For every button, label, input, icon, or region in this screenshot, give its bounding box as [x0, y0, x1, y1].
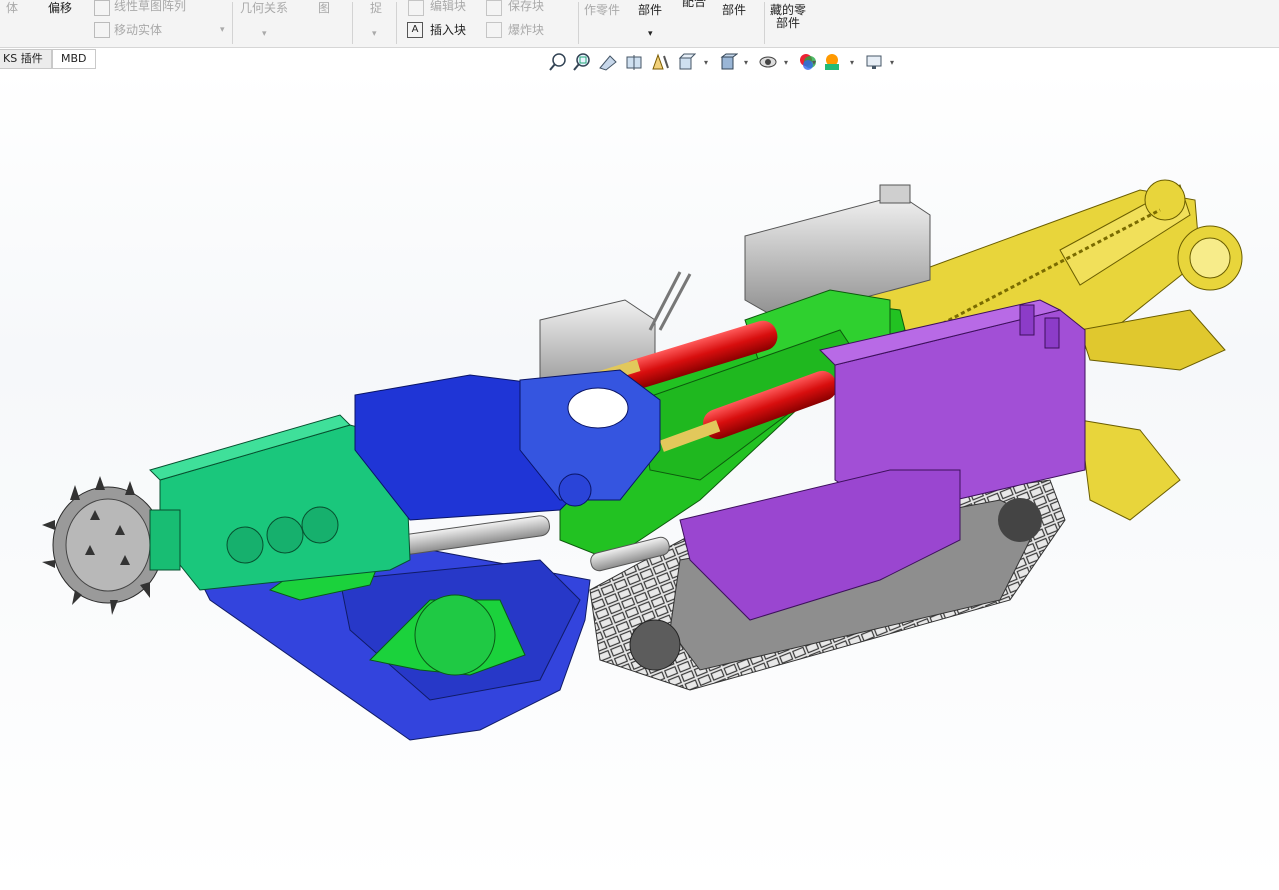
ribbon-make-part-button[interactable]: 作零件 — [584, 4, 620, 17]
view-settings-icon[interactable] — [864, 52, 884, 72]
ribbon-show-hidden-components-line2[interactable]: 部件 — [776, 17, 800, 30]
edit-block-icon — [408, 0, 424, 16]
ribbon-move-component-button[interactable]: 部件 — [722, 4, 746, 17]
chevron-down-icon[interactable]: ▾ — [372, 28, 377, 41]
tab-ks-plugin[interactable]: KS 插件 — [0, 49, 52, 69]
ribbon-offset-button[interactable]: 偏移 — [48, 2, 72, 15]
ribbon-separator — [396, 2, 397, 44]
apply-scene-icon[interactable] — [822, 52, 842, 72]
ribbon-separator — [764, 2, 765, 44]
ribbon-quick-view-button[interactable]: 图 — [318, 2, 330, 15]
ribbon-edit-block[interactable]: 编辑块 — [430, 0, 466, 13]
section-view-icon[interactable] — [624, 52, 644, 72]
view-orientation-icon[interactable] — [676, 52, 697, 72]
zoom-to-fit-icon[interactable] — [548, 52, 568, 72]
ribbon-save-block[interactable]: 保存块 — [508, 0, 544, 13]
ribbon-explode-block[interactable]: 爆炸块 — [508, 24, 544, 37]
display-style-icon[interactable] — [718, 52, 739, 72]
ribbon-insert-block[interactable]: 插入块 — [430, 24, 466, 37]
chevron-down-icon[interactable]: ▾ — [262, 28, 267, 41]
ribbon-solid-body-button[interactable]: 体 — [6, 2, 18, 15]
ribbon-snap-button[interactable]: 捉 — [370, 2, 382, 15]
ribbon-separator — [578, 2, 579, 44]
ribbon-move-entities[interactable]: 移动实体 — [114, 24, 162, 37]
roadheader-model — [42, 179, 1243, 741]
chevron-down-icon[interactable]: ▾ — [784, 58, 788, 67]
gearbox-swivel[interactable] — [354, 369, 661, 521]
chevron-down-icon[interactable]: ▾ — [648, 28, 653, 41]
command-ribbon: 体 偏移 线性草图阵列 移动实体 ▾ 几何关系 ▾ 图 捉 ▾ 编辑块 A 插入… — [0, 0, 1279, 48]
zoom-to-area-icon[interactable] — [572, 52, 592, 72]
ribbon-mate-button[interactable]: 配合 — [682, 0, 706, 9]
graphics-area[interactable] — [0, 70, 1279, 886]
ribbon-separator — [352, 2, 353, 44]
cutter-head[interactable] — [42, 476, 181, 615]
ribbon-separator — [232, 2, 233, 44]
dynamic-annotation-icon[interactable] — [650, 52, 670, 72]
chevron-down-icon[interactable]: ▾ — [890, 58, 894, 67]
tab-mbd[interactable]: MBD — [52, 49, 96, 69]
chevron-down-icon[interactable]: ▾ — [812, 58, 816, 67]
move-entities-icon — [94, 22, 110, 38]
chevron-down-icon[interactable]: ▾ — [704, 58, 708, 67]
chevron-down-icon[interactable]: ▾ — [850, 58, 854, 67]
explode-block-icon — [486, 22, 502, 38]
ribbon-relations-button[interactable]: 几何关系 — [240, 2, 288, 15]
chevron-down-icon[interactable]: ▾ — [744, 58, 748, 67]
ribbon-linear-sketch-pattern[interactable]: 线性草图阵列 — [114, 0, 186, 13]
linear-pattern-icon — [94, 0, 110, 16]
ribbon-insert-components-button[interactable]: 部件 — [638, 4, 662, 17]
chevron-down-icon[interactable]: ▾ — [220, 24, 225, 37]
insert-block-icon: A — [407, 22, 423, 38]
hide-show-items-icon[interactable] — [758, 52, 778, 72]
previous-view-icon[interactable] — [598, 52, 618, 72]
save-block-icon — [486, 0, 502, 16]
